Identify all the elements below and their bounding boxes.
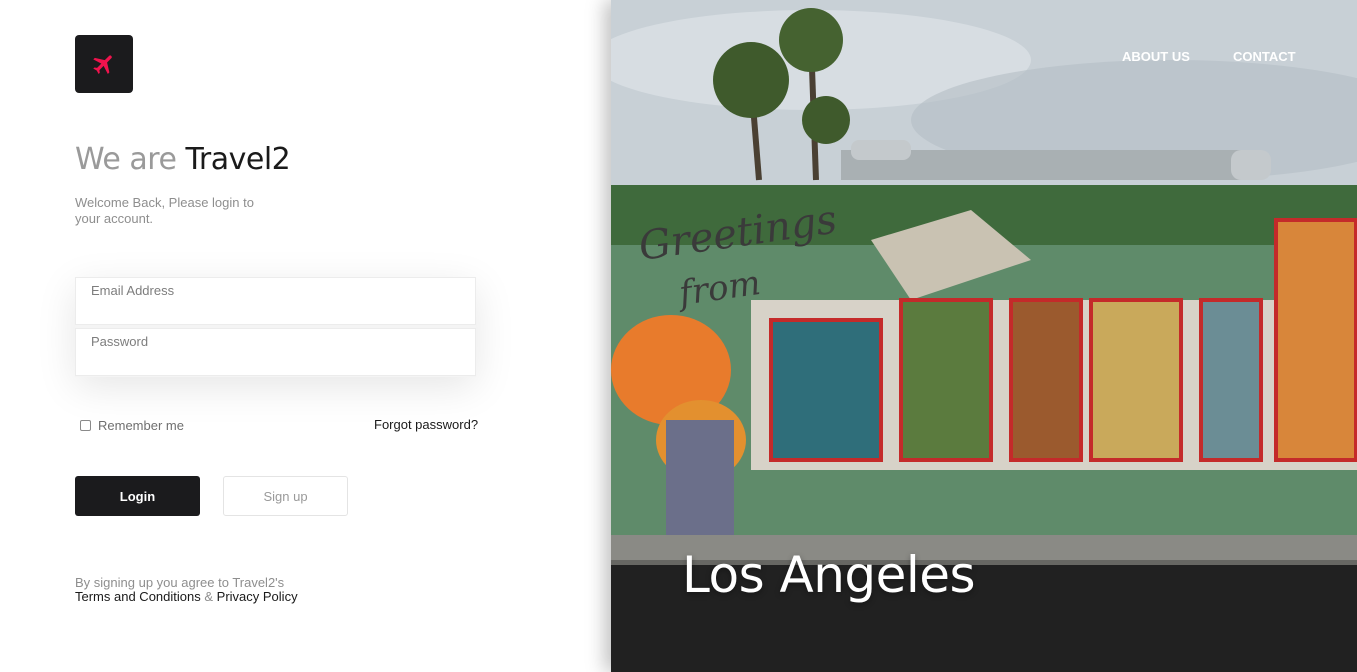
login-form: Email Address Password xyxy=(75,277,476,377)
terms-ampersand: & xyxy=(204,589,214,604)
terms-text: By signing up you agree to Travel2's Ter… xyxy=(75,576,298,604)
terms-prefix: By signing up you agree to Travel2's xyxy=(75,575,285,590)
headline-brand: Travel2 xyxy=(185,142,291,177)
password-field[interactable]: Password xyxy=(75,328,476,376)
headline-muted: We are xyxy=(75,142,177,177)
airplane-icon xyxy=(93,55,112,74)
welcome-text: Welcome Back, Please login to your accou… xyxy=(75,195,254,226)
login-button[interactable]: Login xyxy=(75,476,200,516)
remember-checkbox[interactable] xyxy=(80,420,91,431)
top-nav: ABOUT US CONTACT xyxy=(611,49,1357,67)
remember-label: Remember me xyxy=(98,418,184,433)
signup-button[interactable]: Sign up xyxy=(223,476,348,516)
logo[interactable] xyxy=(75,35,133,93)
email-field[interactable]: Email Address xyxy=(75,277,476,325)
hero-image: Greetings from ABOUT US CONTACT Los Ange… xyxy=(611,0,1357,672)
privacy-link[interactable]: Privacy Policy xyxy=(217,589,298,604)
nav-about-us[interactable]: ABOUT US xyxy=(1122,49,1190,64)
email-label: Email Address xyxy=(91,283,175,298)
email-input[interactable] xyxy=(90,302,460,320)
password-input[interactable] xyxy=(90,353,460,371)
nav-contact[interactable]: CONTACT xyxy=(1233,49,1296,64)
page-title: We are Travel2 xyxy=(75,142,291,177)
remember-me[interactable]: Remember me xyxy=(80,418,184,433)
city-title: Los Angeles xyxy=(682,546,976,604)
terms-link[interactable]: Terms and Conditions xyxy=(75,589,201,604)
forgot-password-link[interactable]: Forgot password? xyxy=(374,417,478,432)
login-panel: We are Travel2 Welcome Back, Please logi… xyxy=(0,0,611,672)
password-label: Password xyxy=(91,334,149,349)
